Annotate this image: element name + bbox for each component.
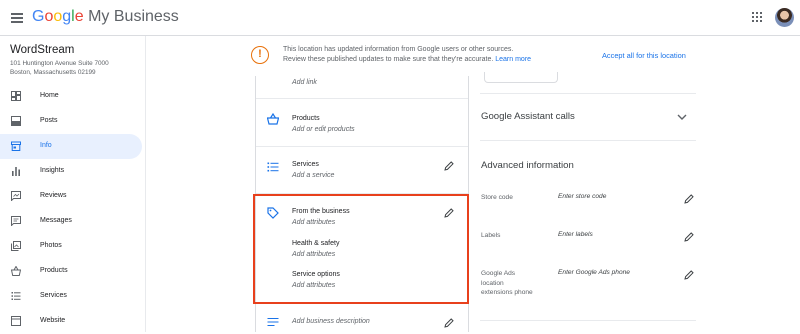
notice-line-2: Review these published updates to make s… xyxy=(283,55,603,65)
ads-phone-value[interactable]: Enter Google Ads phone xyxy=(558,269,630,276)
sidebar-item-label: Photos xyxy=(40,242,62,249)
services-icon xyxy=(11,292,21,300)
ads-phone-label-line: extensions phone xyxy=(481,289,533,296)
reviews-icon xyxy=(11,191,21,201)
storefront-icon xyxy=(11,141,21,151)
google-logo: Google xyxy=(32,8,84,25)
labels-value[interactable]: Enter labels xyxy=(558,231,593,238)
sidebar-item-label: Website xyxy=(40,317,66,324)
business-address: 101 Huntington Avenue Suite 7000 Boston,… xyxy=(10,59,140,77)
sidebar-item-label: Services xyxy=(40,292,67,299)
sidebar-item-photos[interactable]: Photos xyxy=(0,234,142,259)
sidebar-item-label: Info xyxy=(40,142,52,149)
description-subtitle[interactable]: Add business description xyxy=(292,318,370,325)
website-icon xyxy=(11,316,21,326)
sidebar: WordStream 101 Huntington Avenue Suite 7… xyxy=(0,36,146,332)
divider xyxy=(256,98,468,99)
description-icon xyxy=(267,318,279,326)
divider xyxy=(480,93,696,94)
sidebar-item-label: Insights xyxy=(40,167,65,174)
products-subtitle[interactable]: Add or edit products xyxy=(292,126,355,133)
bar-chart-icon xyxy=(12,167,20,176)
attributes-highlight-box xyxy=(253,194,469,304)
messages-icon xyxy=(11,216,21,226)
services-list-icon xyxy=(267,162,279,172)
sidebar-item-label: Products xyxy=(40,267,68,274)
ads-phone-label-line: location xyxy=(481,279,504,287)
divider xyxy=(480,140,696,141)
sidebar-item-services[interactable]: Services xyxy=(0,284,142,309)
edit-ads-phone-pencil-icon[interactable] xyxy=(684,270,694,280)
sidebar-item-website[interactable]: Website xyxy=(0,309,142,334)
services-subtitle[interactable]: Add a service xyxy=(292,172,334,179)
business-name: WordStream xyxy=(10,44,75,56)
menu-icon[interactable] xyxy=(11,13,23,23)
sidebar-item-posts[interactable]: Posts xyxy=(0,109,142,134)
sidebar-item-label: Messages xyxy=(40,217,72,224)
partial-button[interactable] xyxy=(484,72,558,83)
assistant-calls-title[interactable]: Google Assistant calls xyxy=(481,111,575,122)
divider xyxy=(480,320,696,321)
apps-grid-icon[interactable] xyxy=(752,12,762,22)
accept-all-button[interactable]: Accept all for this location xyxy=(602,51,686,60)
ads-phone-label: Google Ads location extensions phone xyxy=(481,269,533,298)
posts-icon xyxy=(11,116,21,126)
edit-description-pencil-icon[interactable] xyxy=(444,318,454,328)
sidebar-item-messages[interactable]: Messages xyxy=(0,209,142,234)
notice-line-1: This location has updated information fr… xyxy=(283,46,514,53)
advanced-info-title: Advanced information xyxy=(481,160,574,171)
sidebar-item-reviews[interactable]: Reviews xyxy=(0,184,142,209)
sidebar-item-insights[interactable]: Insights xyxy=(0,159,142,184)
notice-line-2-text: Review these published updates to make s… xyxy=(283,56,494,63)
product-name: My Business xyxy=(88,8,179,25)
services-title[interactable]: Services xyxy=(292,161,319,168)
divider xyxy=(256,146,468,147)
link-row-subtitle[interactable]: Add link xyxy=(292,79,317,86)
edit-labels-pencil-icon[interactable] xyxy=(684,232,694,242)
sidebar-item-label: Reviews xyxy=(40,192,67,199)
store-code-label: Store code xyxy=(481,194,513,201)
photos-icon xyxy=(11,241,21,251)
ads-phone-label-line: Google Ads xyxy=(481,270,516,277)
app-title: Google My Business xyxy=(32,8,179,26)
learn-more-link[interactable]: Learn more xyxy=(495,56,531,63)
avatar[interactable] xyxy=(775,8,794,27)
address-line-2: Boston, Massachusetts 02199 xyxy=(10,69,96,76)
basket-icon xyxy=(11,266,21,276)
sidebar-item-label: Posts xyxy=(40,117,58,124)
products-title[interactable]: Products xyxy=(292,115,320,122)
edit-store-code-pencil-icon[interactable] xyxy=(684,194,694,204)
labels-label: Labels xyxy=(481,232,501,239)
sidebar-item-label: Home xyxy=(40,92,59,99)
address-line-1: 101 Huntington Avenue Suite 7000 xyxy=(10,60,109,67)
dashboard-icon xyxy=(11,91,21,101)
sidebar-item-info[interactable]: Info xyxy=(0,134,142,159)
edit-services-pencil-icon[interactable] xyxy=(444,161,454,171)
top-app-bar: Google My Business xyxy=(0,0,800,36)
notice-text: This location has updated information fr… xyxy=(283,45,603,65)
store-code-value[interactable]: Enter store code xyxy=(558,193,606,200)
basket-icon xyxy=(267,113,279,125)
info-warning-icon: ! xyxy=(251,46,269,64)
chevron-down-icon[interactable] xyxy=(677,113,687,121)
sidebar-item-products[interactable]: Products xyxy=(0,259,142,284)
sidebar-item-home[interactable]: Home xyxy=(0,84,142,109)
